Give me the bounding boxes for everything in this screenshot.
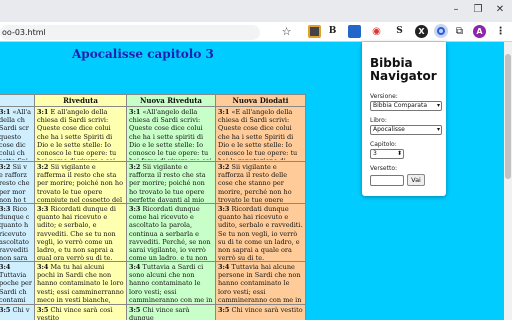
table-cell: 3:4 Tuttavia a Sardi ci sono alcuni che … bbox=[126, 261, 216, 305]
table-cell: 3:3 Ricordati dunque di quanto hai ricev… bbox=[34, 203, 127, 262]
verse-reference: 3:1 bbox=[37, 108, 49, 116]
table-cell: 3:4 Ma tu hai alcuni pochi in Sardi che … bbox=[34, 261, 127, 305]
extension-x-icon[interactable]: X bbox=[415, 25, 428, 38]
column-header-nuova-riveduta: Nuova Riveduta bbox=[126, 94, 216, 107]
version-select-value: Bibbia Comparata bbox=[373, 102, 428, 109]
table-row: 3:3 Rico dunque c quanto h ricevuto asco… bbox=[0, 203, 306, 262]
table-cell: 3:2 Sii v e rafforz resto che per mor no… bbox=[0, 161, 35, 204]
verse-reference: 3:5 bbox=[37, 306, 49, 314]
verse-reference: 3:1 bbox=[129, 108, 141, 116]
table-cell: 3:5 Chi vince sarà dunque bbox=[126, 304, 216, 320]
verse-reference: 3:5 bbox=[218, 306, 230, 314]
verse-reference: 3:5 bbox=[0, 306, 11, 314]
chapter-stepper-value: 3 bbox=[373, 150, 377, 157]
bibbia-navigator-extension-icon[interactable] bbox=[434, 24, 448, 38]
table-cell: 3:2 Sii vigilante e rafferma il resto ch… bbox=[34, 161, 127, 204]
verse-input[interactable] bbox=[370, 175, 404, 186]
table-cell: 3:1 E all'angelo della chiesa di Sardi s… bbox=[34, 106, 127, 162]
column-header-nuova-diodati: Nuova Diodati bbox=[215, 94, 306, 107]
extension-b-icon[interactable]: B bbox=[326, 25, 339, 38]
table-row: 3:5 Chi v 3:5 Chi vince sarà così vestit… bbox=[0, 304, 306, 320]
verse-reference: 3:2 bbox=[0, 163, 11, 171]
table-cell: 3:5 Chi vince sarà così vestito bbox=[34, 304, 127, 320]
chevron-down-icon: ▾ bbox=[436, 102, 440, 109]
browser-menu-icon[interactable]: ⋮ bbox=[494, 25, 507, 38]
table-header-row: Riveduta Nuova Riveduta Nuova Diodati bbox=[0, 94, 306, 107]
book-label: Libro: bbox=[370, 117, 387, 124]
verse-reference: 3:3 bbox=[218, 205, 230, 213]
table-cell: 3:5 Chi v bbox=[0, 304, 35, 320]
verse-reference: 3:4 bbox=[218, 263, 230, 271]
table-cell: 3:4 Tuttavia poche per Sardi ch contami … bbox=[0, 261, 35, 305]
table-cell: 3:1 «E all'angelo della chiesa di Sardi … bbox=[215, 106, 306, 162]
browser-window: – ❐ ✕ oo-03.html ☆ B ◉ S X ⧉ A ⋮ Apocali… bbox=[0, 0, 512, 320]
close-window-button[interactable]: ✕ bbox=[492, 3, 508, 17]
url-field[interactable]: oo-03.html bbox=[0, 25, 260, 40]
popup-title: Bibbia Navigator bbox=[370, 56, 437, 83]
verse-reference: 3:3 bbox=[129, 205, 141, 213]
page-title: Apocalisse capitolo 3 bbox=[72, 47, 214, 61]
table-cell: 3:3 Ricordati dunque quanto hai ricevuto… bbox=[215, 203, 306, 262]
restore-button[interactable]: ❐ bbox=[470, 3, 486, 17]
verse-reference: 3:1 bbox=[218, 108, 230, 116]
version-label: Versione: bbox=[370, 93, 398, 100]
table-row: 3:2 Sii v e rafforz resto che per mor no… bbox=[0, 161, 306, 204]
table-cell: 3:3 Rico dunque c quanto h ricevuto asco… bbox=[0, 203, 35, 262]
verse-reference: 3:2 bbox=[129, 163, 141, 171]
chapter-label: Capitolo: bbox=[370, 141, 397, 148]
page-scrollbar[interactable] bbox=[504, 42, 512, 320]
table-cell: 3:1 «All'angelo della chiesa di Sardi sc… bbox=[126, 106, 216, 162]
verse-reference: 3:2 bbox=[218, 163, 230, 171]
scrollbar-thumb[interactable] bbox=[505, 54, 511, 179]
table-cell: 3:5 Chi vince sarà vestito bbox=[215, 304, 306, 320]
bibbia-navigator-popup: Bibbia Navigator Versione: Bibbia Compar… bbox=[362, 42, 446, 196]
extension-blue-icon[interactable] bbox=[348, 25, 361, 38]
bookmark-star-icon[interactable]: ☆ bbox=[280, 25, 293, 38]
window-title-bar: – ❐ ✕ bbox=[0, 0, 512, 22]
address-toolbar: oo-03.html ☆ B ◉ S X ⧉ A ⋮ bbox=[0, 22, 512, 42]
verse-reference: 3:3 bbox=[0, 205, 11, 213]
table-cell: 3:4 Tuttavia hai alcune persone in Sardi… bbox=[215, 261, 306, 305]
extension-red-icon[interactable]: ◉ bbox=[370, 25, 383, 38]
extension-image-icon[interactable] bbox=[308, 25, 321, 38]
table-cell: 3:2 Sii vigilante e rafforza il resto de… bbox=[215, 161, 306, 204]
table-row: 3:1 «All'a della ch Sardi scr questo cos… bbox=[0, 106, 306, 162]
book-select[interactable]: Apocalisse ▾ bbox=[370, 125, 442, 135]
book-select-value: Apocalisse bbox=[373, 126, 405, 133]
table-cell: 3:2 Sii vigilante e rafforza il resto ch… bbox=[126, 161, 216, 204]
go-button[interactable]: Vai bbox=[407, 174, 425, 186]
extensions-puzzle-icon[interactable]: ⧉ bbox=[453, 25, 466, 38]
column-header bbox=[0, 94, 35, 107]
column-header-riveduta: Riveduta bbox=[34, 94, 127, 107]
verse-label: Versetto: bbox=[370, 165, 398, 172]
verse-reference: 3:4 bbox=[37, 263, 49, 271]
table-cell: 3:3 Ricordati dunque come hai ricevuto e… bbox=[126, 203, 216, 262]
verses-table: Riveduta Nuova Riveduta Nuova Diodati 3:… bbox=[0, 94, 306, 320]
verse-reference: 3:5 bbox=[129, 306, 141, 314]
stepper-arrows-icon: ⬍ bbox=[396, 150, 402, 157]
table-cell: 3:1 «All'a della ch Sardi scr questo cos… bbox=[0, 106, 35, 162]
verse-reference: 3:3 bbox=[37, 205, 49, 213]
table-row: 3:4 Tuttavia poche per Sardi ch contami … bbox=[0, 261, 306, 305]
extension-s-icon[interactable]: S bbox=[393, 25, 406, 38]
verse-reference: 3:4 bbox=[0, 263, 11, 271]
chevron-down-icon: ▾ bbox=[436, 126, 440, 133]
version-select[interactable]: Bibbia Comparata ▾ bbox=[370, 101, 442, 111]
verse-reference: 3:4 bbox=[129, 263, 141, 271]
minimize-button[interactable]: – bbox=[448, 3, 464, 17]
verse-reference: 3:1 bbox=[0, 108, 11, 116]
verse-reference: 3:2 bbox=[37, 163, 49, 171]
profile-avatar[interactable]: A bbox=[473, 25, 486, 38]
chapter-stepper[interactable]: 3 ⬍ bbox=[370, 149, 404, 159]
